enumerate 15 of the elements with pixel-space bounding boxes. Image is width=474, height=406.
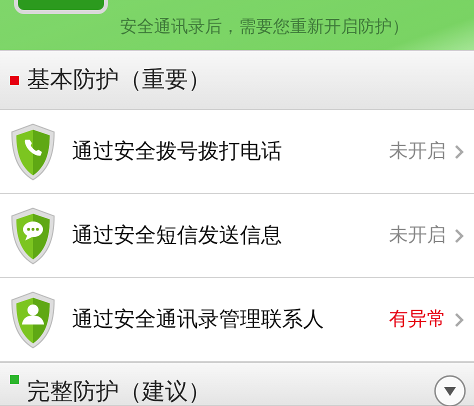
list-item[interactable]: 通过安全拨号拨打电话 未开启	[0, 110, 474, 194]
item-label: 通过安全短信发送信息	[72, 222, 283, 249]
item-label: 通过安全拨号拨打电话	[72, 138, 283, 165]
item-label: 通过安全通讯录管理联系人	[72, 306, 325, 333]
chevron-icon	[454, 312, 464, 328]
status-text: 未开启	[389, 139, 446, 164]
section-title: 基本防护（重要）	[27, 66, 211, 95]
status-text: 未开启	[389, 223, 446, 248]
section-title: 完整防护（建议）	[27, 378, 211, 406]
chevron-icon	[454, 144, 464, 160]
dropdown-icon[interactable]	[434, 375, 466, 406]
notice-text: 安全通讯录后，需要您重新开启防护）	[120, 16, 409, 39]
chevron-icon	[454, 228, 464, 244]
list-item[interactable]: 通过安全短信发送信息 未开启	[0, 194, 474, 278]
status-text: 有异常	[389, 307, 446, 332]
